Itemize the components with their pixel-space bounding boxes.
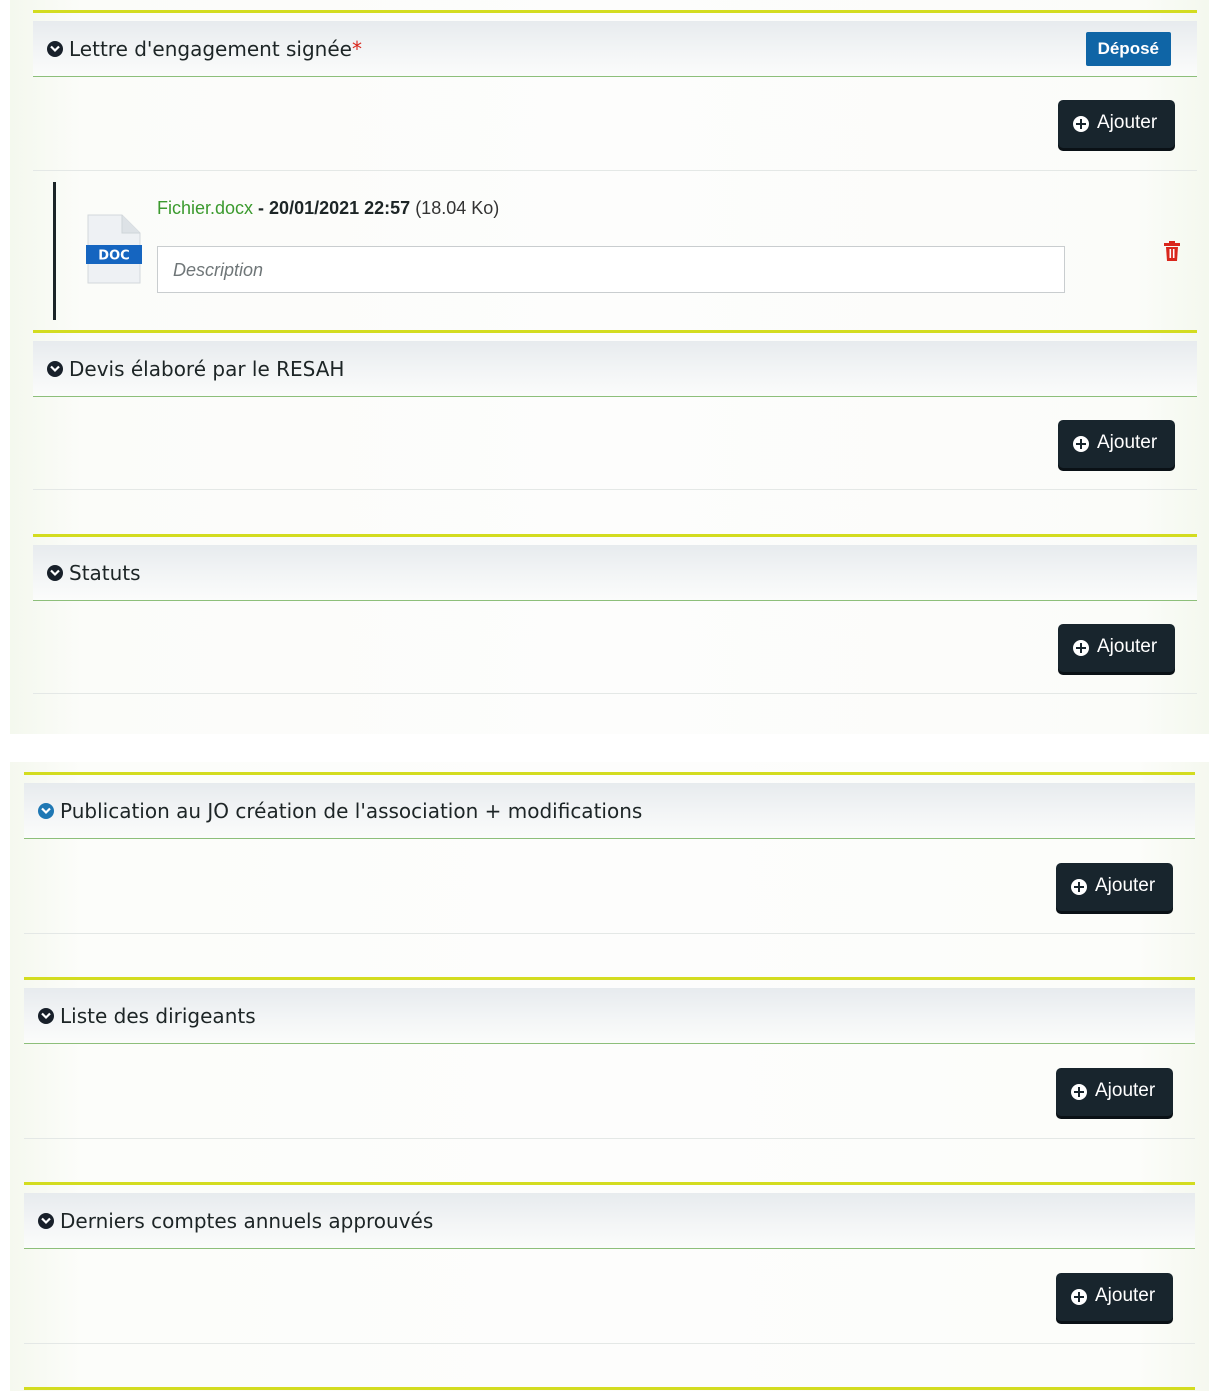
section-liste-dirigeants: Liste des dirigeants Ajouter [24,977,1195,1141]
add-button[interactable]: Ajouter [1058,420,1175,468]
file-separator: - [253,198,270,218]
plus-circle-icon [1073,640,1089,656]
section-accent-line [24,1182,1195,1185]
section-accent-line [24,977,1195,980]
description-input[interactable]: Description [157,246,1065,293]
chevron-down-icon[interactable] [47,564,63,581]
section-lettre-engagement: Lettre d'engagement signée* Déposé Ajout… [33,10,1197,332]
plus-circle-icon [1071,879,1087,895]
section-devis: Devis élaboré par le RESAH Ajouter [33,330,1197,492]
section-header[interactable]: Derniers comptes annuels approuvés [24,1193,1195,1249]
section-header[interactable]: Liste des dirigeants [24,988,1195,1044]
section-body: Ajouter [33,601,1197,696]
chevron-down-icon[interactable] [47,40,63,57]
section-title: Publication au JO création de l'associat… [60,798,643,823]
section-title: Derniers comptes annuels approuvés [60,1208,434,1233]
plus-circle-icon [1071,1289,1087,1305]
documents-panel-bottom: Publication au JO création de l'associat… [10,762,1209,1391]
file-entry-marker [53,182,56,320]
chevron-down-icon[interactable] [47,360,63,377]
section-body: Ajouter [24,1044,1195,1141]
chevron-down-icon[interactable] [38,802,54,819]
add-button[interactable]: Ajouter [1056,863,1173,911]
add-button[interactable]: Ajouter [1058,624,1175,672]
section-header[interactable]: Statuts [33,545,1197,601]
divider [24,1138,1195,1139]
plus-circle-icon [1073,116,1089,132]
divider [33,170,1197,171]
section-title: Statuts [69,560,141,585]
file-link[interactable]: Fichier.docx [157,198,253,218]
add-button[interactable]: Ajouter [1058,100,1175,148]
section-publication-jo: Publication au JO création de l'associat… [24,772,1195,936]
divider [24,1343,1195,1344]
doc-file-icon: DOC [86,214,142,284]
documents-panel-top: Lettre d'engagement signée* Déposé Ajout… [10,0,1209,734]
trash-icon[interactable] [1163,241,1181,261]
file-date: 20/01/2021 22:57 [269,198,411,218]
section-title: Liste des dirigeants [60,1003,256,1028]
section-accent-line [24,772,1195,775]
section-header[interactable]: Lettre d'engagement signée* Déposé [33,21,1197,77]
divider [33,693,1197,694]
add-button[interactable]: Ajouter [1056,1273,1173,1321]
section-accent-line [33,330,1197,333]
section-statuts: Statuts Ajouter [33,534,1197,696]
section-body: Ajouter [24,839,1195,936]
section-body: Ajouter [24,1249,1195,1346]
required-marker: * [351,36,362,61]
svg-text:DOC: DOC [98,249,129,264]
section-header[interactable]: Publication au JO création de l'associat… [24,783,1195,839]
status-badge: Déposé [1085,31,1171,66]
add-button[interactable]: Ajouter [1056,1068,1173,1116]
section-accent-line [24,1387,1195,1390]
section-header[interactable]: Devis élaboré par le RESAH [33,341,1197,397]
divider [33,489,1197,490]
section-title: Lettre d'engagement signée* [69,36,362,61]
file-size: (18.04 Ko) [410,198,500,218]
section-comptes-annuels: Derniers comptes annuels approuvés Ajout… [24,1182,1195,1391]
plus-circle-icon [1071,1084,1087,1100]
section-body: Ajouter [33,397,1197,492]
chevron-down-icon[interactable] [38,1007,54,1024]
plus-circle-icon [1073,436,1089,452]
chevron-down-icon[interactable] [38,1212,54,1229]
file-info: Fichier.docx - 20/01/2021 22:57 (18.04 K… [157,198,499,219]
divider [24,933,1195,934]
section-accent-line [33,10,1197,13]
section-accent-line [33,534,1197,537]
section-title: Devis élaboré par le RESAH [69,356,345,381]
